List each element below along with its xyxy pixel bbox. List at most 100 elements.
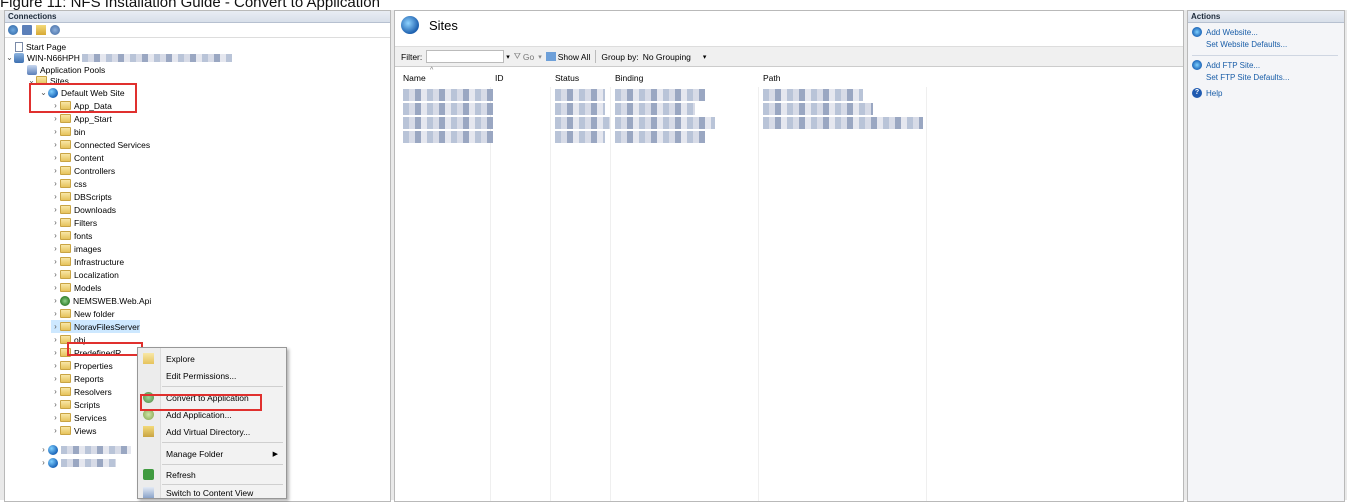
blank-icon [143, 448, 154, 459]
expand-chevron-icon[interactable]: › [51, 283, 60, 292]
expand-chevron-icon[interactable]: › [51, 218, 60, 227]
expand-chevron-icon[interactable]: › [51, 179, 60, 188]
expand-chevron-icon[interactable]: › [51, 127, 60, 136]
tree-folder[interactable]: › Controllers [51, 164, 115, 177]
menu-item-refresh[interactable]: Refresh [138, 466, 286, 483]
tree-folder[interactable]: › Properties [51, 359, 113, 372]
folder-icon [60, 270, 71, 279]
column-status[interactable]: Status [555, 73, 579, 83]
expand-chevron-icon[interactable]: › [51, 322, 60, 331]
expand-chevron-icon[interactable]: › [51, 114, 60, 123]
tree-folder[interactable]: › DBScripts [51, 190, 112, 203]
delete-connection-icon[interactable] [50, 25, 60, 35]
tree-folder[interactable]: › images [51, 242, 101, 255]
table-cell [555, 103, 605, 115]
group-by-select[interactable]: No Grouping [643, 52, 691, 62]
menu-item-switch-content-view[interactable]: Switch to Content View [138, 484, 286, 501]
table-cell [555, 131, 605, 143]
tree-folder[interactable]: › Models [51, 281, 101, 294]
expand-chevron-icon[interactable]: › [51, 296, 60, 305]
tree-folder[interactable]: › Downloads [51, 203, 116, 216]
action-set-ftp-defaults[interactable]: Set FTP Site Defaults... [1206, 73, 1289, 82]
show-all-button[interactable]: Show All [558, 52, 591, 62]
help-icon: ? [1192, 88, 1202, 98]
tree-folder[interactable]: › Views [51, 424, 96, 437]
folder-icon [60, 179, 71, 188]
page-icon [15, 41, 23, 52]
expand-chevron-icon[interactable]: › [51, 400, 60, 409]
table-row[interactable] [403, 131, 493, 143]
connect-icon[interactable] [8, 25, 18, 35]
tree-folder[interactable]: › Scripts [51, 398, 100, 411]
expand-chevron-icon[interactable]: › [51, 387, 60, 396]
tree-other-site[interactable]: › [39, 456, 116, 469]
group-by-dropdown-icon[interactable]: ▾ [703, 53, 707, 61]
tree-folder[interactable]: › Localization [51, 268, 119, 281]
tree-folder-selected[interactable]: › NoravFilesServer [51, 320, 140, 333]
table-row[interactable] [403, 89, 493, 101]
tree-folder[interactable]: › App_Start [51, 112, 112, 125]
action-set-website-defaults[interactable]: Set Website Defaults... [1206, 40, 1287, 49]
menu-item-explore[interactable]: Explore [138, 350, 286, 367]
go-button[interactable]: Go [523, 52, 534, 62]
column-binding[interactable]: Binding [615, 73, 643, 83]
folder-icon [60, 218, 71, 227]
expand-chevron-icon[interactable]: › [51, 257, 60, 266]
expand-chevron-icon[interactable]: › [51, 309, 60, 318]
table-row[interactable] [403, 117, 493, 129]
go-dropdown-icon[interactable]: ▾ [538, 53, 542, 61]
tree-folder[interactable]: › css [51, 177, 87, 190]
tree-folder[interactable]: › Content [51, 151, 104, 164]
toolbar-separator [595, 50, 597, 63]
tree-folder[interactable]: › Reports [51, 372, 104, 385]
expand-chevron-icon[interactable]: › [51, 205, 60, 214]
submenu-arrow-icon: ▶ [272, 450, 278, 458]
actions-separator [1192, 55, 1338, 56]
expand-chevron-icon[interactable]: › [51, 244, 60, 253]
save-icon[interactable] [22, 25, 32, 35]
menu-item-add-virtual-directory[interactable]: Add Virtual Directory... [138, 423, 286, 440]
expand-chevron-icon[interactable]: › [51, 361, 60, 370]
tree-other-site[interactable]: › [39, 443, 131, 456]
expand-chevron-icon[interactable]: › [51, 348, 60, 357]
expand-chevron-icon[interactable]: › [51, 192, 60, 201]
go-filter-icon: ⛛ [513, 51, 521, 61]
column-path[interactable]: Path [763, 73, 781, 83]
expand-chevron-icon[interactable]: › [51, 166, 60, 175]
up-icon[interactable] [36, 25, 46, 35]
tree-folder[interactable]: › New folder [51, 307, 114, 320]
folder-icon [60, 166, 71, 175]
tree-folder[interactable]: › fonts [51, 229, 92, 242]
expand-chevron-icon[interactable]: › [51, 426, 60, 435]
column-name[interactable]: Name [403, 73, 426, 83]
filter-input[interactable] [426, 50, 505, 63]
table-cell [763, 89, 863, 101]
tree-web-api-app[interactable]: › NEMSWEB.Web.Api [51, 294, 151, 307]
tree-folder[interactable]: › Resolvers [51, 385, 112, 398]
action-add-ftp-site[interactable]: Add FTP Site... [1192, 60, 1260, 70]
tree-folder[interactable]: › Filters [51, 216, 97, 229]
table-row[interactable] [403, 103, 493, 115]
menu-item-edit-permissions[interactable]: Edit Permissions... [138, 367, 286, 384]
collapse-chevron-icon[interactable]: ⌄ [5, 53, 14, 62]
expand-chevron-icon[interactable]: › [51, 270, 60, 279]
tree-folder[interactable]: › bin [51, 125, 85, 138]
table-cell [763, 117, 923, 129]
expand-chevron-icon[interactable]: › [51, 335, 60, 344]
expand-chevron-icon[interactable]: › [39, 445, 48, 454]
action-add-website[interactable]: Add Website... [1192, 27, 1258, 37]
menu-item-manage-folder[interactable]: Manage Folder ▶ [138, 445, 286, 462]
expand-chevron-icon[interactable]: › [51, 140, 60, 149]
connections-header: Connections [5, 11, 390, 23]
expand-chevron-icon[interactable]: › [51, 374, 60, 383]
filter-dropdown-icon[interactable]: ▾ [506, 53, 510, 61]
tree-folder[interactable]: › Connected Services [51, 138, 150, 151]
expand-chevron-icon[interactable]: › [39, 458, 48, 467]
tree-folder[interactable]: › Infrastructure [51, 255, 124, 268]
expand-chevron-icon[interactable]: › [51, 413, 60, 422]
expand-chevron-icon[interactable]: › [51, 231, 60, 240]
action-help[interactable]: ? Help [1192, 88, 1222, 98]
expand-chevron-icon[interactable]: › [51, 153, 60, 162]
tree-folder[interactable]: › Services [51, 411, 106, 424]
column-id[interactable]: ID [495, 73, 504, 83]
